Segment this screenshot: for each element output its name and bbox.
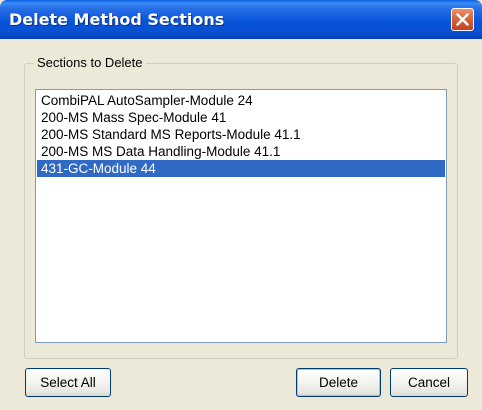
- sections-group-label: Sections to Delete: [34, 55, 146, 70]
- sections-listbox[interactable]: CombiPAL AutoSampler-Module 24 200-MS Ma…: [35, 89, 447, 343]
- cancel-button[interactable]: Cancel: [390, 368, 468, 397]
- delete-method-sections-dialog: Delete Method Sections Sections to Delet…: [0, 0, 482, 410]
- list-item[interactable]: 200-MS Mass Spec-Module 41: [37, 109, 445, 126]
- list-item[interactable]: 200-MS Standard MS Reports-Module 41.1: [37, 126, 445, 143]
- select-all-button[interactable]: Select All: [25, 368, 111, 397]
- delete-button[interactable]: Delete: [296, 368, 381, 397]
- title-bar[interactable]: Delete Method Sections: [0, 0, 482, 39]
- close-button[interactable]: [451, 8, 474, 31]
- list-item-selected[interactable]: 431-GC-Module 44: [37, 160, 445, 177]
- dialog-title: Delete Method Sections: [9, 10, 225, 29]
- list-item[interactable]: 200-MS MS Data Handling-Module 41.1: [37, 143, 445, 160]
- list-item[interactable]: CombiPAL AutoSampler-Module 24: [37, 92, 445, 109]
- close-icon: [456, 13, 469, 26]
